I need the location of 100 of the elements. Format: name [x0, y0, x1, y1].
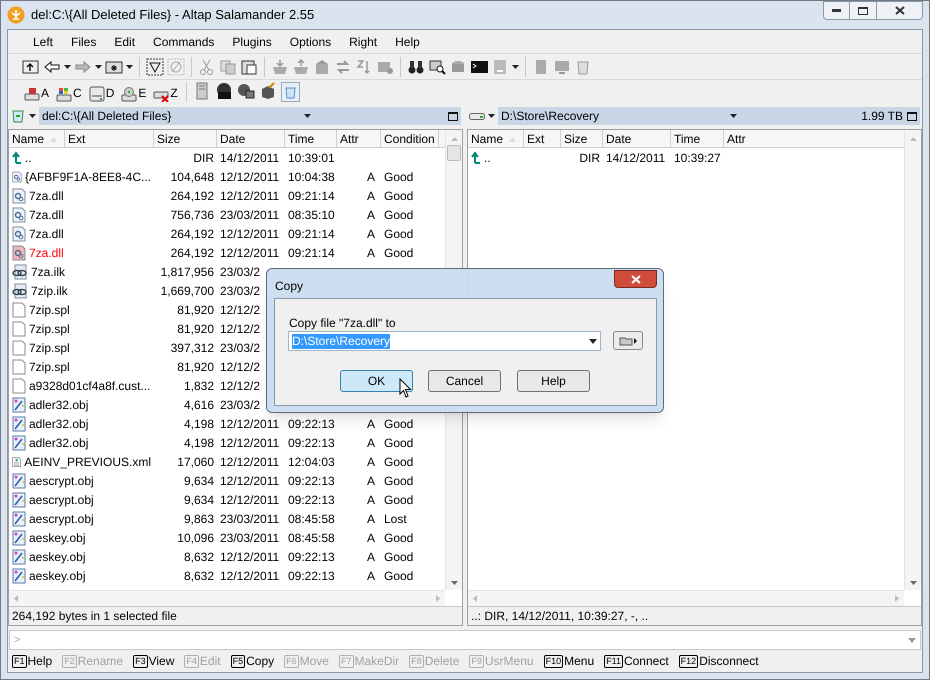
file-name[interactable]: aescrypt.obj	[29, 510, 94, 528]
column-header[interactable]: Date	[217, 130, 285, 148]
column-header[interactable]: Name	[468, 130, 524, 148]
drive-icon[interactable]	[469, 111, 485, 121]
gear-file-icon	[12, 226, 26, 242]
caret-icon[interactable]	[488, 114, 495, 118]
recycle-drive-icon[interactable]	[10, 109, 26, 123]
recycle-bin-icon[interactable]	[280, 82, 300, 102]
caret-icon[interactable]	[29, 114, 36, 118]
file-name[interactable]: AEINV_PREVIOUS.xml	[24, 452, 151, 470]
file-name[interactable]: aeskey.obj	[29, 528, 86, 546]
file-name[interactable]: 7za.dll	[29, 186, 64, 204]
caret-icon[interactable]	[64, 64, 71, 68]
caret-icon[interactable]	[304, 114, 311, 118]
column-header[interactable]: Attr	[337, 130, 381, 148]
file-name[interactable]: adler32.obj	[29, 434, 88, 452]
path-bar[interactable]: D:\Store\Recovery 1.99 TB	[498, 107, 920, 125]
dialog-button[interactable]: OK	[340, 370, 413, 392]
file-name[interactable]: adler32.obj	[29, 396, 88, 414]
drive-button[interactable]: A	[22, 82, 52, 102]
caret-icon[interactable]	[95, 64, 102, 68]
maximize-panel-icon[interactable]	[448, 112, 458, 120]
column-header[interactable]: Condition	[381, 130, 439, 148]
file-name[interactable]: aeskey.obj	[29, 566, 86, 584]
menu-item[interactable]: Help	[386, 32, 429, 52]
drive-button[interactable]: D	[86, 82, 116, 102]
column-header[interactable]: Size	[561, 130, 603, 148]
file-name[interactable]: 7za.dll	[29, 206, 64, 224]
filter-icon[interactable]	[146, 58, 164, 76]
column-header[interactable]: Ext	[65, 130, 154, 148]
file-name[interactable]: ..	[25, 148, 32, 166]
column-header[interactable]: Time	[285, 130, 337, 148]
menu-item[interactable]: Commands	[144, 32, 224, 52]
path-bar[interactable]: del:C:\{All Deleted Files}	[39, 107, 461, 125]
column-header[interactable]: Ext	[524, 130, 561, 148]
file-size: 81,920	[177, 360, 214, 374]
function-key-button[interactable]: F5 Copy	[230, 652, 274, 670]
dialog-button[interactable]: Help	[517, 370, 590, 392]
scroll-down-icon[interactable]	[910, 581, 916, 585]
maximize-button[interactable]	[850, 1, 877, 20]
column-header[interactable]: Attr	[724, 130, 769, 148]
caret-icon[interactable]	[126, 64, 133, 68]
function-key-button[interactable]: F11 Connect	[604, 652, 669, 670]
key-cap: F2	[62, 654, 77, 668]
file-name[interactable]: adler32.obj	[29, 414, 88, 432]
key-cap: F8	[409, 654, 424, 668]
close-button[interactable]	[614, 270, 657, 288]
file-size: 1,669,700	[160, 284, 214, 298]
file-name[interactable]: ..	[484, 148, 491, 166]
file-name[interactable]: 7zip.spl	[29, 338, 70, 356]
search-computer-icon[interactable]	[428, 58, 446, 76]
browse-button[interactable]	[613, 331, 643, 350]
dropdown-caret-icon[interactable]	[589, 338, 597, 344]
menu-item[interactable]: Files	[62, 32, 106, 52]
menu-item[interactable]: Plugins	[223, 32, 281, 52]
file-name[interactable]: 7za.dll	[29, 224, 64, 242]
blank-file-icon	[12, 378, 26, 394]
file-name[interactable]: 7za.dll	[29, 244, 64, 262]
function-key-button[interactable]: F1 Help	[12, 652, 52, 670]
menu-item[interactable]: Options	[280, 32, 340, 52]
caret-icon[interactable]	[730, 114, 737, 118]
scroll-down-icon[interactable]	[450, 581, 458, 585]
function-key-button[interactable]: F12 Disconnect	[678, 652, 759, 670]
file-name[interactable]: aescrypt.obj	[29, 490, 94, 508]
file-attr: A	[366, 188, 375, 202]
scrollbar-thumb[interactable]	[447, 145, 461, 161]
file-name[interactable]: aeskey.obj	[29, 548, 86, 566]
menu-item[interactable]: Right	[340, 32, 386, 52]
menu-item[interactable]: Edit	[105, 32, 144, 52]
menu-item[interactable]: Left	[24, 32, 62, 52]
drive-button[interactable]: Z	[151, 82, 180, 102]
file-name[interactable]: 7zip.spl	[29, 300, 70, 318]
file-date: 12/12/2011	[220, 188, 280, 202]
drive-button[interactable]: C	[54, 82, 84, 102]
column-header[interactable]: Name	[9, 130, 65, 148]
file-name[interactable]: aescrypt.obj	[29, 472, 94, 490]
dialog-button[interactable]: Cancel	[428, 370, 501, 392]
minimize-button[interactable]	[823, 1, 850, 20]
column-header[interactable]: Size	[154, 130, 217, 148]
file-date: 12/12/2011	[220, 226, 280, 240]
file-name[interactable]: 7zip.ilk	[31, 282, 68, 300]
function-key-button[interactable]: F3 View	[133, 652, 174, 670]
file-name[interactable]: 7zip.spl	[29, 358, 70, 376]
file-name[interactable]: {AFBF9F1A-8EE8-4C...	[24, 168, 151, 186]
paste-icon[interactable]	[240, 58, 258, 76]
file-date: 14/12/2011	[606, 150, 666, 164]
column-header[interactable]: Time	[671, 130, 724, 148]
folder-up-icon[interactable]	[22, 58, 40, 76]
maximize-panel-icon[interactable]	[907, 112, 917, 120]
close-icon	[894, 6, 904, 15]
file-name[interactable]: a9328d01cf4a8f.cust...	[29, 376, 150, 394]
caret-icon[interactable]	[512, 64, 519, 68]
file-size: 81,920	[177, 302, 214, 316]
function-key-button[interactable]: F10 Menu	[544, 652, 594, 670]
column-header[interactable]: Date	[603, 130, 671, 148]
close-button[interactable]	[877, 1, 923, 20]
file-name[interactable]: 7zip.spl	[29, 320, 70, 338]
file-attr: A	[366, 416, 375, 430]
file-name[interactable]: 7za.ilk	[31, 262, 66, 280]
drive-button[interactable]: E	[119, 82, 148, 102]
